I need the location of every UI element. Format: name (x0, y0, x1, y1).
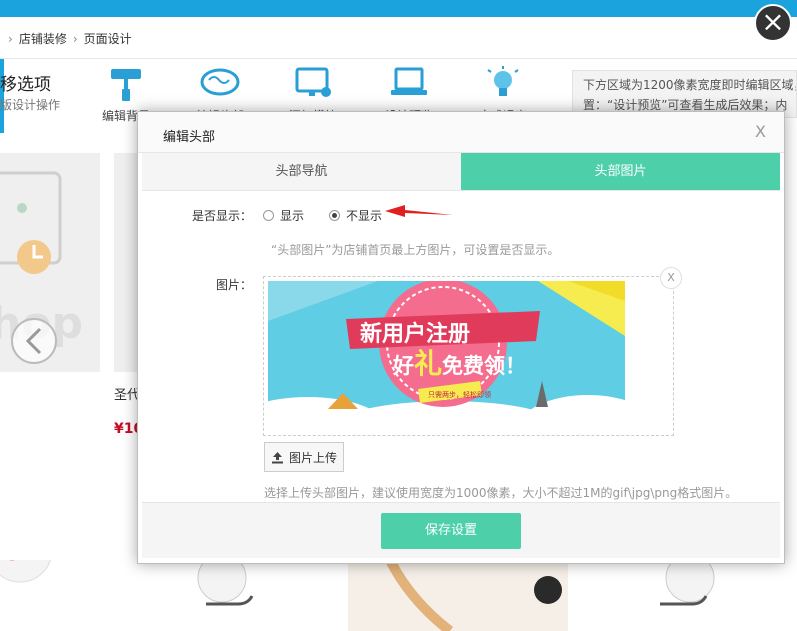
dialog-title: 编辑头部 (163, 130, 216, 145)
tab-header-navigation[interactable]: 头部导航 (142, 153, 461, 190)
remove-image-icon[interactable]: X (660, 267, 682, 289)
radio-selected-icon (329, 210, 340, 221)
chevron-right-icon: › (72, 31, 78, 46)
banner-text-part: 好 (392, 354, 414, 378)
monitor-icon (295, 67, 331, 97)
notice-line: 下方区域为1200像素宽度即时编辑区域， (583, 78, 797, 92)
radio-hide[interactable]: 不显示 (329, 207, 382, 224)
banner-ribbon-text: 只需两步，轻松即领 (428, 390, 491, 399)
laptop-icon (391, 67, 427, 95)
brain-icon (200, 68, 240, 96)
paint-roller-icon (111, 69, 141, 101)
banner-text-line1: 新用户注册 (360, 321, 470, 347)
close-overlay-icon[interactable]: × (754, 4, 792, 42)
upload-icon (271, 451, 283, 463)
header-banner-image: 新用户注册 好礼免费领！ 只需两步，轻松即领 (268, 281, 625, 431)
edit-header-dialog: 编辑头部 X 头部导航 头部图片 是否显示： 显示 不显示 “头部图片”为店铺首… (137, 111, 785, 564)
image-upload-button[interactable]: 图片上传 (264, 442, 344, 472)
display-label: 是否显示： (191, 209, 252, 223)
background-stickers (0, 560, 715, 631)
image-dropzone[interactable]: 新用户注册 好礼免费领！ 只需两步，轻松即领 (263, 276, 674, 436)
radio-circle-icon (263, 210, 274, 221)
upload-label: 图片上传 (288, 450, 337, 465)
product-card-image[interactable]: hop (0, 153, 100, 372)
dialog-header: 编辑头部 X (138, 112, 784, 153)
radio-label: 显示 (280, 209, 305, 223)
close-icon[interactable]: X (755, 122, 766, 141)
upload-hint: 选择上传头部图片，建议使用宽度为1000像素，大小不超过1M的gif\jpg\p… (264, 486, 738, 500)
breadcrumb: › 店铺装修 › 页面设计 (8, 30, 132, 47)
chevron-right-icon: › (8, 31, 13, 46)
breadcrumb-item-page-design[interactable]: 页面设计 (84, 30, 132, 47)
radio-label: 不显示 (346, 209, 383, 223)
dialog-body: 是否显示： 显示 不显示 “头部图片”为店铺首页最上方图片，可设置是否显示。 图… (142, 192, 782, 500)
display-hint: “头部图片”为店铺首页最上方图片，可设置是否显示。 (271, 243, 560, 257)
tab-header-image[interactable]: 头部图片 (461, 153, 780, 190)
divider (0, 58, 797, 59)
banner-text-part: 免费领！ (442, 354, 526, 378)
dialog-tabs: 头部导航 头部图片 (142, 153, 780, 191)
shop-bag-placeholder-icon: hop (0, 171, 83, 364)
annotation-arrow-icon (385, 205, 453, 217)
dialog-footer: 保存设置 (142, 502, 780, 558)
page-subtitle: 版设计操作 (0, 98, 61, 112)
breadcrumb-item-shop-decoration[interactable]: 店铺装修 (19, 30, 67, 47)
radio-show[interactable]: 显示 (263, 207, 304, 224)
save-settings-button[interactable]: 保存设置 (381, 513, 521, 549)
banner-text-highlight: 礼 (414, 347, 442, 380)
image-label: 图片： (215, 278, 252, 292)
top-strip (0, 0, 797, 17)
lightbulb-icon (487, 66, 519, 96)
page-title: 移选项 (0, 75, 51, 95)
